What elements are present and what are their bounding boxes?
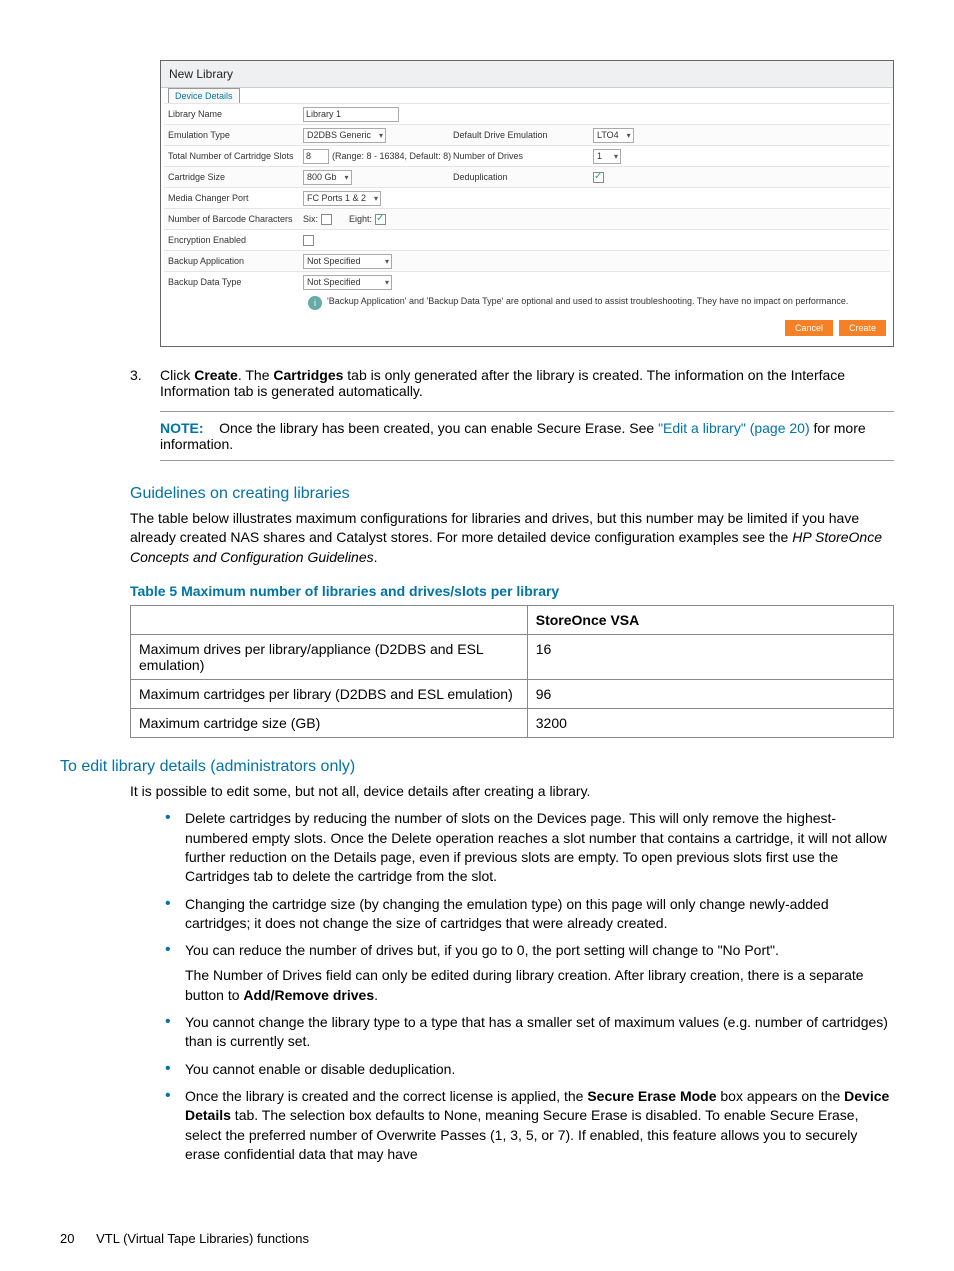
info-icon: i (308, 296, 322, 310)
th-blank (131, 605, 528, 634)
checkbox-encryption[interactable] (303, 235, 314, 246)
select-num-drives[interactable]: 1 (593, 149, 621, 164)
create-button[interactable]: Create (839, 320, 886, 336)
label-library-name: Library Name (168, 109, 303, 119)
tab-device-details[interactable]: Device Details (168, 88, 240, 103)
label-cartridge-size: Cartridge Size (168, 172, 303, 182)
table5-caption: Table 5 Maximum number of libraries and … (130, 583, 894, 599)
heading-edit-library: To edit library details (administrators … (60, 758, 894, 776)
list-item: Once the library is created and the corr… (165, 1087, 894, 1164)
checkbox-six[interactable] (321, 214, 332, 225)
step-3: 3. Click Create. The Cartridges tab is o… (130, 367, 894, 399)
select-backup-app[interactable]: Not Specified (303, 254, 392, 269)
note-text-a: Once the library has been created, you c… (219, 420, 658, 436)
note-box: NOTE: Once the library has been created,… (160, 411, 894, 461)
step-text: Click Create. The Cartridges tab is only… (160, 367, 894, 399)
label-default-drive-emu: Default Drive Emulation (453, 130, 593, 140)
table-row: Maximum drives per library/appliance (D2… (131, 634, 894, 679)
step-number: 3. (130, 367, 160, 399)
input-library-name[interactable]: Library 1 (303, 107, 399, 122)
note-label: NOTE: (160, 420, 204, 436)
dialog-title: New Library (161, 61, 893, 88)
list-item: Changing the cartridge size (by changing… (165, 895, 894, 934)
label-dedup: Deduplication (453, 172, 593, 182)
hint-slot-range: (Range: 8 - 16384, Default: 8) (332, 151, 451, 161)
label-eight: Eight: (349, 214, 372, 224)
select-emulation-type[interactable]: D2DBS Generic (303, 128, 386, 143)
label-backup-app: Backup Application (168, 256, 303, 266)
select-default-drive-emu[interactable]: LTO4 (593, 128, 634, 143)
table-row: Maximum cartridge size (GB) 3200 (131, 708, 894, 737)
cancel-button[interactable]: Cancel (785, 320, 833, 336)
table-header-row: StoreOnce VSA (131, 605, 894, 634)
dialog-body: Device Details Library Name Library 1 Em… (161, 88, 893, 346)
select-cartridge-size[interactable]: 800 Gb (303, 170, 352, 185)
label-backup-data-type: Backup Data Type (168, 277, 303, 287)
label-media-changer: Media Changer Port (168, 193, 303, 203)
heading-guidelines: Guidelines on creating libraries (130, 485, 894, 503)
input-cartridge-slots[interactable]: 8 (303, 149, 329, 164)
footer-title: VTL (Virtual Tape Libraries) functions (96, 1231, 309, 1246)
edit-bullet-list: Delete cartridges by reducing the number… (165, 809, 894, 1164)
table-row: Maximum cartridges per library (D2DBS an… (131, 679, 894, 708)
table5: StoreOnce VSA Maximum drives per library… (130, 605, 894, 738)
label-cartridge-slots: Total Number of Cartridge Slots (168, 151, 303, 161)
manual-page: New Library Device Details Library Name … (0, 0, 954, 1271)
label-emulation-type: Emulation Type (168, 130, 303, 140)
select-backup-data-type[interactable]: Not Specified (303, 275, 392, 290)
list-item: You can reduce the number of drives but,… (165, 941, 894, 1005)
link-edit-library[interactable]: "Edit a library" (page 20) (658, 420, 810, 436)
checkbox-dedup[interactable] (593, 172, 604, 183)
new-library-screenshot: New Library Device Details Library Name … (160, 60, 894, 347)
label-barcode-chars: Number of Barcode Characters (168, 214, 303, 224)
info-text: 'Backup Application' and 'Backup Data Ty… (327, 296, 848, 306)
checkbox-eight[interactable] (375, 214, 386, 225)
label-six: Six: (303, 214, 318, 224)
page-footer: 20 VTL (Virtual Tape Libraries) function… (60, 1231, 309, 1246)
edit-intro: It is possible to edit some, but not all… (130, 782, 894, 801)
list-item: You cannot change the library type to a … (165, 1013, 894, 1052)
guidelines-para: The table below illustrates maximum conf… (130, 509, 894, 567)
select-media-changer[interactable]: FC Ports 1 & 2 (303, 191, 381, 206)
dialog-frame: New Library Device Details Library Name … (160, 60, 894, 347)
page-number: 20 (60, 1231, 74, 1246)
label-number-drives: Number of Drives (453, 151, 593, 161)
list-item: You cannot enable or disable deduplicati… (165, 1060, 894, 1079)
list-item: Delete cartridges by reducing the number… (165, 809, 894, 886)
label-encryption: Encryption Enabled (168, 235, 303, 245)
th-vsa: StoreOnce VSA (527, 605, 893, 634)
